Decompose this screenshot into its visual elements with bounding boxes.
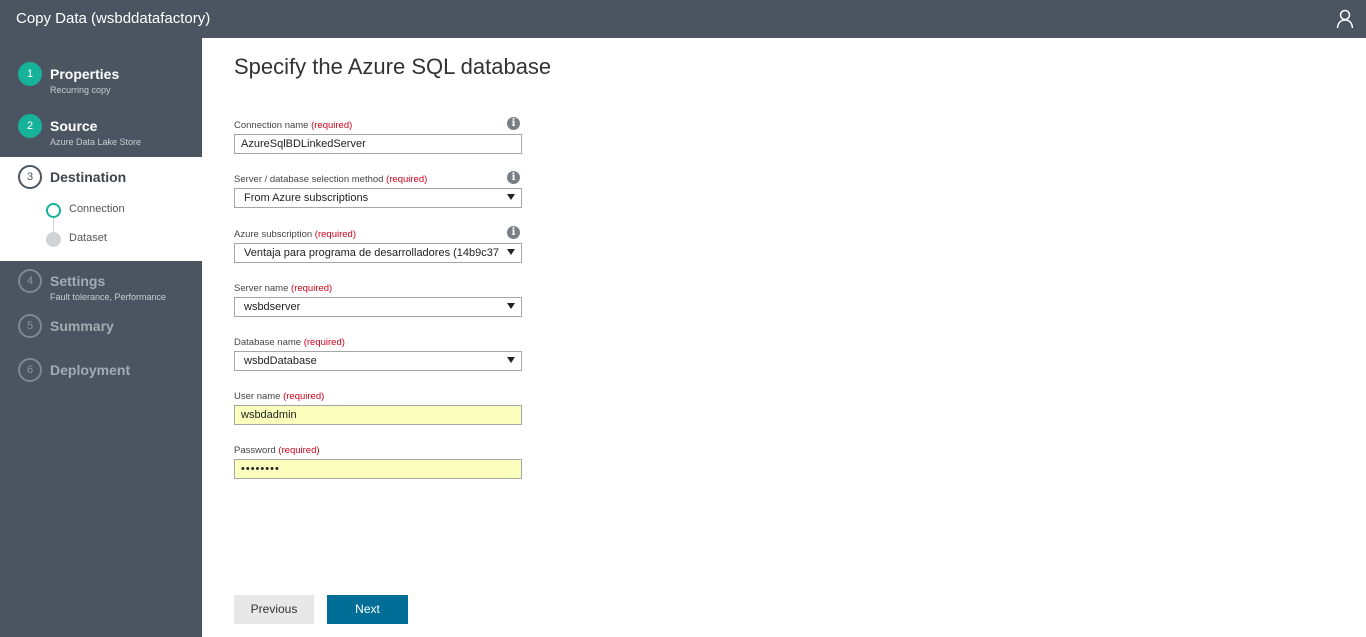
step-label: Summary — [50, 318, 114, 334]
field-label: Password (required) — [234, 445, 320, 456]
page-title: Specify the Azure SQL database — [234, 54, 552, 79]
info-icon[interactable]: i — [507, 171, 520, 184]
password-input[interactable]: •••••••• — [234, 459, 522, 479]
field-label: Connection name (required) — [234, 120, 353, 131]
next-button[interactable]: Next — [327, 595, 408, 624]
substep-connection[interactable]: Connection — [46, 200, 196, 220]
azure-subscription-select[interactable]: Ventaja para programa de desarrolladores… — [234, 243, 522, 263]
field-label: Azure subscription (required) — [234, 229, 356, 240]
step-number: 6 — [18, 358, 42, 382]
substep-dataset[interactable]: Dataset — [46, 229, 196, 249]
chevron-down-icon — [507, 194, 515, 200]
chevron-down-icon — [507, 357, 515, 363]
step-label: Settings — [50, 273, 106, 289]
select-value: wsbdDatabase — [244, 355, 317, 367]
info-icon[interactable]: i — [507, 226, 520, 239]
step-number: 4 — [18, 269, 42, 293]
step-number: 1 — [18, 62, 42, 86]
database-name-select[interactable]: wsbdDatabase — [234, 351, 522, 371]
previous-button[interactable]: Previous — [234, 595, 314, 624]
select-value: Ventaja para programa de desarrolladores… — [244, 247, 499, 259]
selection-method-select[interactable]: From Azure subscriptions — [234, 188, 522, 208]
step-label: Source — [50, 118, 98, 134]
step-label: Deployment — [50, 362, 131, 378]
chevron-down-icon — [507, 249, 515, 255]
field-label: Server name (required) — [234, 283, 333, 294]
substep-label: Dataset — [69, 232, 107, 244]
step-number: 2 — [18, 114, 42, 138]
connection-name-input[interactable]: AzureSqlBDLinkedServer — [234, 134, 522, 154]
title-bar: Copy Data (wsbddatafactory) — [0, 0, 1366, 38]
select-value: From Azure subscriptions — [244, 192, 369, 204]
step-number: 5 — [18, 314, 42, 338]
step-sublabel: Azure Data Lake Store — [50, 137, 142, 147]
window-title: Copy Data (wsbddatafactory) — [16, 10, 211, 27]
user-name-input[interactable]: wsbdadmin — [234, 405, 522, 425]
field-label: Database name (required) — [234, 337, 345, 348]
step-number: 3 — [18, 165, 42, 189]
person-icon[interactable] — [1336, 9, 1354, 34]
substep-label: Connection — [69, 203, 125, 215]
current-substep-icon — [46, 203, 61, 218]
field-label: User name (required) — [234, 391, 325, 402]
pending-substep-icon — [46, 232, 61, 247]
step-label: Properties — [50, 66, 120, 82]
select-value: wsbdserver — [244, 301, 301, 313]
step-sublabel: Fault tolerance, Performance — [50, 292, 167, 302]
chevron-down-icon — [507, 303, 515, 309]
step-sublabel: Recurring copy — [50, 85, 111, 95]
field-label: Server / database selection method (requ… — [234, 174, 428, 185]
step-label: Destination — [50, 169, 127, 185]
info-icon[interactable]: i — [507, 117, 520, 130]
server-name-select[interactable]: wsbdserver — [234, 297, 522, 317]
